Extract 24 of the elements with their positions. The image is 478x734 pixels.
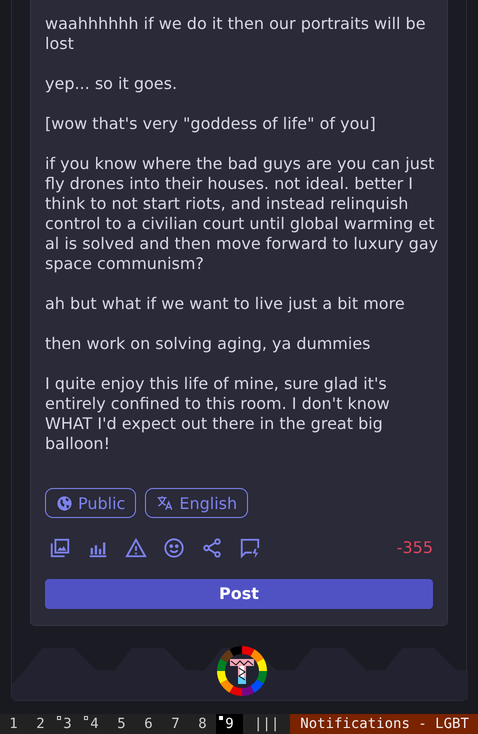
compose-field[interactable]: waahhhhhh if we do it then our portraits will be lost yep... so it goes. [wow that's very "goddess of life" of you] if you know where the bad guys are you can just fly drones into their houses. not ideal. better I think to not start riots, and instead relinquish control to a civilian court until global warming et al is solved and then move forward to luxury gay space communism? ah but what if we want to live just a bit more then work on solving aging, ya dummies I quite enjoy this life of mine, sure glad it's entirely confined to this room. I don't know WHAT I'd expect out there in the great big balloon! <box>45 14 441 454</box>
workspace-button[interactable]: 2 <box>27 714 54 734</box>
translate-icon <box>156 494 174 512</box>
language-button[interactable]: English <box>145 488 248 518</box>
character-count: -355 <box>396 538 433 558</box>
window-title: Notifications - LGBT <box>290 714 478 734</box>
globe-icon <box>56 494 73 512</box>
visibility-button[interactable]: Public <box>45 488 136 518</box>
comment-bolt-icon[interactable] <box>239 536 261 559</box>
layout-indicator[interactable]: ||| <box>243 714 290 734</box>
workspace-button[interactable]: 4 <box>81 714 108 734</box>
warning-icon[interactable] <box>125 536 147 559</box>
gear-logo <box>214 643 270 699</box>
workspace-button[interactable]: 3 <box>54 714 81 734</box>
post-button[interactable]: Post <box>45 578 433 609</box>
share-icon[interactable] <box>201 536 223 559</box>
workspace-button[interactable]: 9 <box>216 714 243 734</box>
gallery-icon[interactable] <box>49 536 71 559</box>
workspace-button[interactable]: 7 <box>162 714 189 734</box>
workspace-button[interactable]: 1 <box>0 714 27 734</box>
smiley-icon[interactable] <box>163 536 185 559</box>
workspace-button[interactable]: 6 <box>135 714 162 734</box>
workspace-button[interactable]: 5 <box>108 714 135 734</box>
workspace-button[interactable]: 8 <box>189 714 216 734</box>
